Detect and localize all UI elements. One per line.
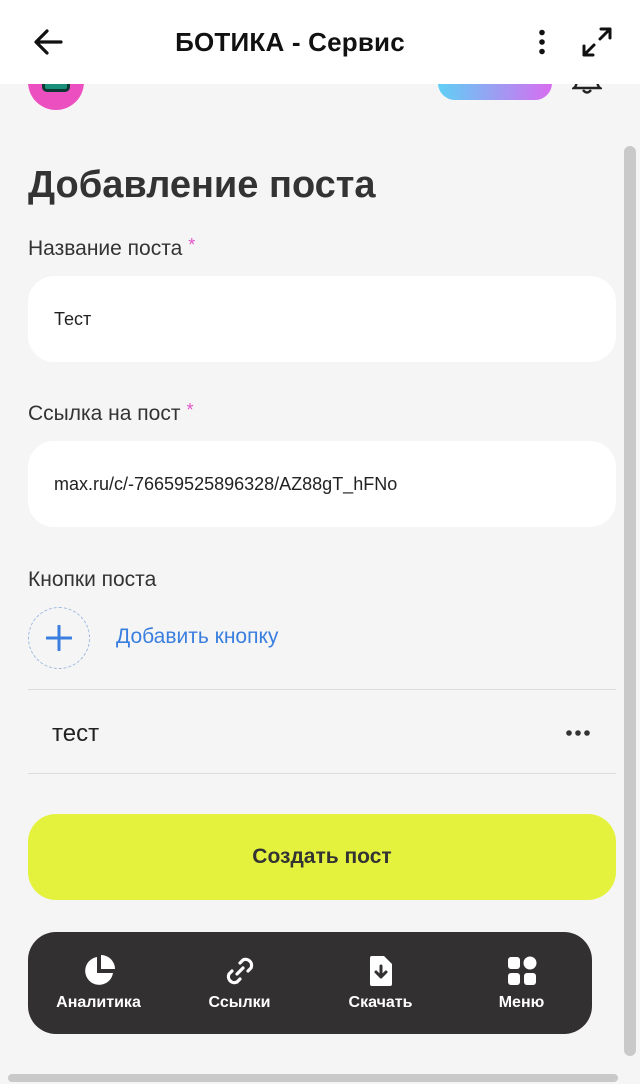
post-name-input[interactable]: Тест bbox=[28, 276, 616, 362]
nav-item-label: Ссылки bbox=[208, 994, 271, 1011]
create-post-button[interactable]: Создать пост bbox=[28, 814, 616, 900]
post-link-input[interactable]: max.ru/c/-76659525896328/AZ88gT_hFNo bbox=[28, 441, 616, 527]
post-buttons-label: Кнопки поста bbox=[28, 568, 156, 592]
plus-icon bbox=[46, 625, 72, 651]
premium-badge[interactable] bbox=[438, 84, 552, 100]
post-button-item[interactable]: тест bbox=[52, 720, 99, 748]
pie-chart-icon bbox=[82, 954, 116, 988]
bell-icon bbox=[570, 84, 604, 94]
post-link-label: Ссылка на пост * bbox=[28, 400, 194, 426]
post-name-label: Название поста * bbox=[28, 235, 196, 261]
expand-arrows-icon bbox=[582, 27, 612, 57]
avatar[interactable] bbox=[28, 84, 84, 110]
nav-item-analytics[interactable]: Аналитика bbox=[28, 932, 169, 1034]
horizontal-dots-icon bbox=[566, 730, 590, 736]
post-button-options-button[interactable] bbox=[560, 718, 596, 748]
required-mark: * bbox=[186, 400, 194, 420]
vertical-dots-icon bbox=[539, 29, 545, 55]
required-mark: * bbox=[188, 235, 196, 255]
post-link-value: max.ru/c/-76659525896328/AZ88gT_hFNo bbox=[54, 473, 398, 494]
bottom-navigation: Аналитика Ссылки Скачать Меню bbox=[28, 932, 592, 1034]
page-title: Добавление поста bbox=[28, 164, 376, 206]
app-title: БОТИКА - Сервис bbox=[175, 27, 405, 57]
horizontal-scrollbar[interactable] bbox=[8, 1074, 618, 1082]
divider bbox=[28, 689, 616, 690]
nav-item-links[interactable]: Ссылки bbox=[169, 932, 310, 1034]
nav-item-label: Аналитика bbox=[56, 994, 141, 1011]
more-options-button[interactable] bbox=[526, 24, 558, 60]
post-name-label-text: Название поста bbox=[28, 237, 183, 260]
avatar-image bbox=[42, 84, 70, 92]
vertical-scrollbar[interactable] bbox=[624, 146, 636, 1056]
add-button-link[interactable]: Добавить кнопку bbox=[116, 625, 278, 649]
nav-item-download[interactable]: Скачать bbox=[310, 932, 451, 1034]
post-buttons-label-text: Кнопки поста bbox=[28, 568, 157, 591]
expand-button[interactable] bbox=[578, 24, 616, 60]
nav-item-label: Скачать bbox=[348, 994, 413, 1011]
divider bbox=[28, 773, 616, 774]
nav-item-label: Меню bbox=[498, 994, 545, 1011]
download-file-icon bbox=[364, 954, 398, 988]
grid-menu-icon bbox=[505, 954, 539, 988]
link-icon bbox=[223, 954, 257, 988]
content-area[interactable]: Добавление поста Название поста * Тест Сс… bbox=[0, 84, 640, 1084]
nav-item-menu[interactable]: Меню bbox=[451, 932, 592, 1034]
post-name-value: Тест bbox=[54, 308, 92, 329]
post-link-label-text: Ссылка на пост bbox=[28, 402, 181, 425]
notification-button[interactable] bbox=[570, 84, 604, 98]
add-button-button[interactable] bbox=[28, 607, 90, 669]
top-bar: БОТИКА - Сервис bbox=[0, 0, 640, 84]
